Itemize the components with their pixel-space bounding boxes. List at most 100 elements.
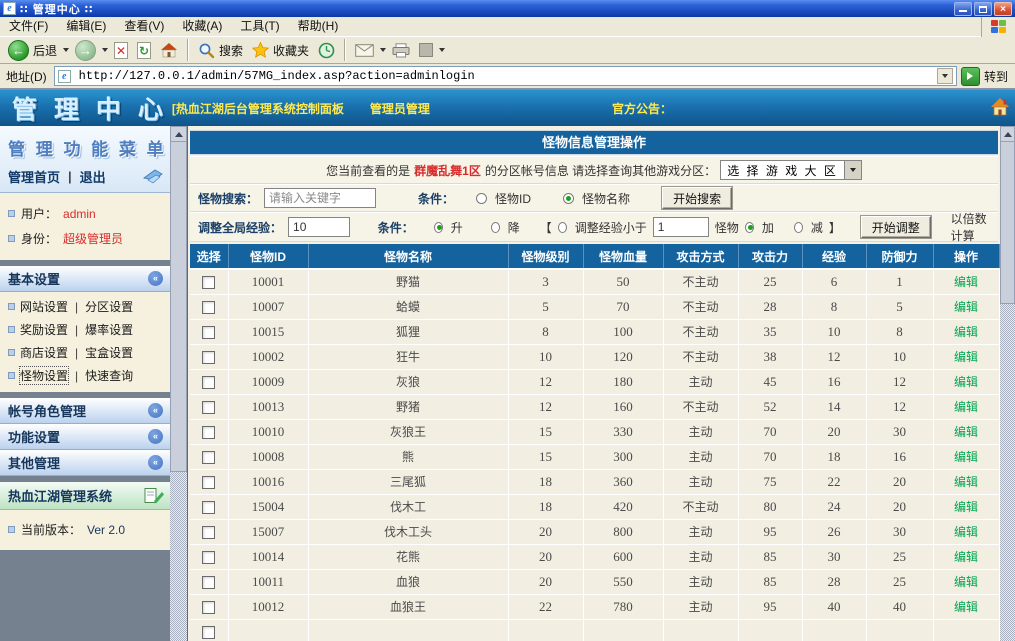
section-other-management[interactable]: 其他管理 « — [0, 450, 170, 476]
chevron-down-icon[interactable]: « — [148, 455, 163, 470]
radio-exp-add-label[interactable]: 加 — [762, 219, 774, 236]
edit-link[interactable]: 编辑 — [954, 375, 978, 389]
address-dropdown-button[interactable] — [937, 68, 953, 84]
edit-link[interactable]: 编辑 — [954, 475, 978, 489]
home-button[interactable] — [157, 41, 181, 59]
menu-tools[interactable]: 工具(T) — [231, 17, 288, 36]
edit-link[interactable]: 编辑 — [954, 350, 978, 364]
content-scrollbar[interactable] — [1000, 126, 1015, 641]
restore-button[interactable] — [974, 2, 992, 16]
history-button[interactable] — [315, 41, 338, 60]
sidebar-scrollbar[interactable] — [170, 126, 187, 641]
start-adjust-button[interactable]: 开始调整 — [861, 216, 931, 238]
scrollbar-thumb[interactable] — [1000, 142, 1015, 304]
link-treasurebox-settings[interactable]: 宝盒设置 — [85, 344, 133, 361]
radio-monster-name-label[interactable]: 怪物名称 — [582, 190, 630, 207]
scroll-up-button[interactable] — [170, 126, 187, 142]
edit-link[interactable]: 编辑 — [954, 450, 978, 464]
link-site-settings[interactable]: 网站设置 — [20, 298, 68, 315]
edit-link[interactable]: 编辑 — [954, 575, 978, 589]
address-url[interactable]: http://127.0.0.1/admin/57MG_index.asp?ac… — [79, 69, 933, 83]
link-reward-settings[interactable]: 奖励设置 — [20, 321, 68, 338]
edit-link[interactable]: 编辑 — [954, 525, 978, 539]
row-checkbox[interactable] — [202, 301, 215, 314]
radio-exp-down[interactable] — [491, 222, 500, 233]
go-button[interactable]: 转到 — [961, 67, 1012, 86]
forward-button[interactable]: → — [72, 39, 99, 62]
search-button[interactable]: 搜索 — [195, 41, 246, 60]
menu-file[interactable]: 文件(F) — [0, 17, 57, 36]
radio-monster-id-label[interactable]: 怪物ID — [495, 190, 531, 207]
sidebar-exit-link[interactable]: 退出 — [80, 167, 106, 186]
edit-link[interactable]: 编辑 — [954, 400, 978, 414]
radio-exp-down-label[interactable]: 降 — [508, 219, 520, 236]
row-checkbox[interactable] — [202, 326, 215, 339]
radio-exp-add[interactable] — [745, 222, 754, 233]
minimize-button[interactable] — [954, 2, 972, 16]
radio-monster-id[interactable] — [476, 193, 487, 204]
scrollbar-thumb[interactable] — [170, 142, 187, 472]
exp-threshold-input[interactable] — [653, 217, 709, 237]
menu-edit[interactable]: 编辑(E) — [57, 17, 115, 36]
row-checkbox[interactable] — [202, 426, 215, 439]
edit-link[interactable]: 编辑 — [954, 300, 978, 314]
edit-link[interactable]: 编辑 — [954, 325, 978, 339]
chevron-down-icon[interactable]: « — [148, 403, 163, 418]
monster-search-input[interactable] — [264, 188, 376, 208]
row-checkbox[interactable] — [202, 601, 215, 614]
row-checkbox[interactable] — [202, 276, 215, 289]
section-function-settings[interactable]: 功能设置 « — [0, 424, 170, 450]
row-checkbox[interactable] — [202, 576, 215, 589]
menu-view[interactable]: 查看(V) — [115, 17, 173, 36]
row-checkbox[interactable] — [202, 501, 215, 514]
link-quick-search[interactable]: 快速查询 — [85, 367, 133, 384]
favorites-button[interactable]: 收藏夹 — [249, 41, 312, 60]
link-droprate-settings[interactable]: 爆率设置 — [85, 321, 133, 338]
radio-exp-sub-label[interactable]: 减 — [811, 219, 823, 236]
start-search-button[interactable]: 开始搜索 — [662, 187, 732, 209]
link-zone-settings[interactable]: 分区设置 — [85, 298, 133, 315]
menu-help[interactable]: 帮助(H) — [289, 17, 348, 36]
chevron-down-icon[interactable]: « — [148, 271, 163, 286]
link-monster-settings[interactable]: 怪物设置 — [20, 367, 68, 384]
section-account-role[interactable]: 帐号角色管理 « — [0, 398, 170, 424]
edit-link[interactable]: 编辑 — [954, 600, 978, 614]
back-button[interactable]: ← 后退 — [5, 39, 60, 62]
link-shop-settings[interactable]: 商店设置 — [20, 344, 68, 361]
scroll-up-button[interactable] — [1000, 126, 1015, 142]
edit-button[interactable] — [416, 42, 436, 58]
banner-nav-admin[interactable]: 管理员管理 — [370, 100, 430, 117]
close-button[interactable]: × — [994, 2, 1012, 16]
print-button[interactable] — [389, 42, 413, 59]
exp-multiplier-input[interactable] — [288, 217, 350, 237]
radio-monster-name[interactable] — [563, 193, 574, 204]
mail-button[interactable] — [352, 43, 377, 58]
row-checkbox[interactable] — [202, 376, 215, 389]
edit-dropdown-icon[interactable] — [439, 48, 445, 52]
back-dropdown-icon[interactable] — [63, 48, 69, 52]
radio-exp-sub[interactable] — [794, 222, 803, 233]
row-checkbox[interactable] — [202, 526, 215, 539]
zone-select[interactable]: 选 择 游 戏 大 区 — [720, 160, 862, 180]
row-checkbox[interactable] — [202, 351, 215, 364]
row-checkbox[interactable] — [202, 626, 215, 639]
chevron-down-icon[interactable]: « — [148, 429, 163, 444]
edit-link[interactable]: 编辑 — [954, 425, 978, 439]
exp-less-label[interactable]: 调整经验小于 — [575, 219, 647, 236]
edit-link[interactable]: 编辑 — [954, 500, 978, 514]
refresh-button[interactable]: ↻ — [134, 41, 154, 60]
stop-button[interactable]: ✕ — [111, 41, 131, 60]
row-checkbox[interactable] — [202, 451, 215, 464]
forward-dropdown-icon[interactable] — [102, 48, 108, 52]
select-dropdown-icon[interactable] — [844, 161, 861, 179]
section-basic-settings[interactable]: 基本设置 « — [0, 266, 170, 292]
menu-favorites[interactable]: 收藏(A) — [173, 17, 231, 36]
row-checkbox[interactable] — [202, 551, 215, 564]
mail-dropdown-icon[interactable] — [380, 48, 386, 52]
radio-exp-less-than[interactable] — [558, 222, 567, 233]
house-icon[interactable] — [990, 97, 1010, 117]
edit-link[interactable]: 编辑 — [954, 550, 978, 564]
row-checkbox[interactable] — [202, 476, 215, 489]
radio-exp-up-label[interactable]: 升 — [451, 219, 463, 236]
radio-exp-up[interactable] — [434, 222, 443, 233]
